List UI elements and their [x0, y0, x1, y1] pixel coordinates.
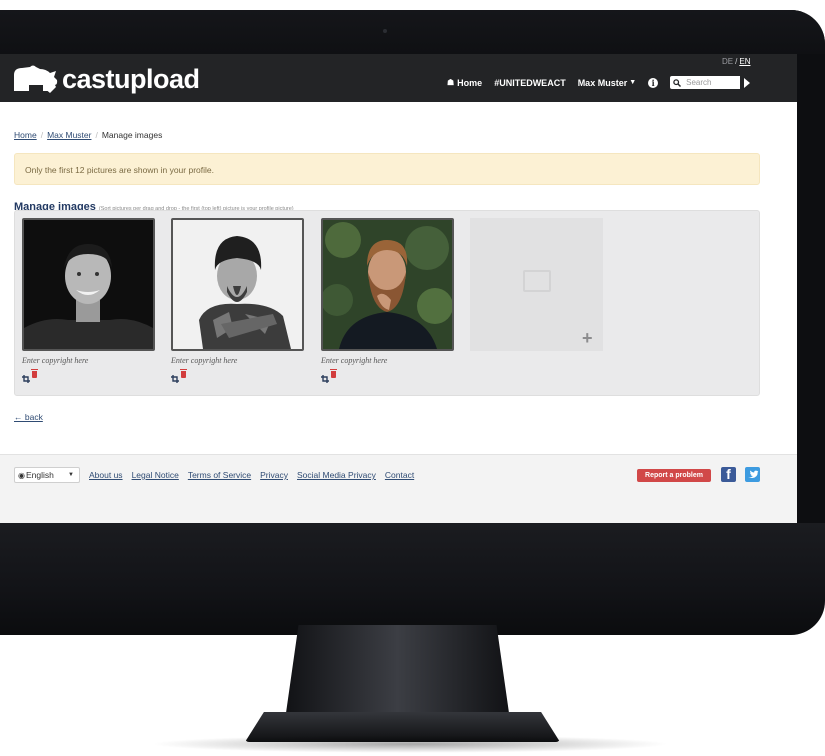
breadcrumb-divider: / [40, 130, 44, 140]
nav-home-label: Home [457, 77, 483, 88]
monitor-bezel: DE / EN castupload ☗ Home #UNITEDWEACT M… [0, 10, 825, 635]
search-box [670, 76, 751, 89]
image-actions [171, 368, 304, 383]
footer-link-contact[interactable]: Contact [385, 470, 414, 480]
monitor-bezel-top [0, 10, 825, 54]
footer-link-social-privacy[interactable]: Social Media Privacy [297, 470, 376, 480]
facebook-icon[interactable]: f [721, 467, 736, 482]
image-placeholder-icon [523, 270, 551, 292]
search-input[interactable] [684, 76, 741, 89]
breadcrumb-current: Manage images [101, 130, 163, 140]
profile-photo[interactable] [171, 218, 304, 351]
info-alert: Only the first 12 pictures are shown in … [14, 153, 760, 185]
footer-link-about[interactable]: About us [89, 470, 123, 480]
footer-link-legal[interactable]: Legal Notice [132, 470, 179, 480]
footer-link-terms[interactable]: Terms of Service [188, 470, 251, 480]
report-problem-button[interactable]: Report a problem [637, 469, 711, 482]
search-icon[interactable] [670, 76, 685, 89]
image-actions [22, 368, 155, 383]
webcam [383, 29, 387, 33]
browser-screen: DE / EN castupload ☗ Home #UNITEDWEACT M… [0, 54, 797, 523]
language-switch: DE / EN [722, 57, 750, 66]
breadcrumb-user[interactable]: Max Muster [47, 130, 91, 140]
nav-user-label: Max Muster [577, 77, 628, 88]
image-card[interactable]: Enter copyright here [22, 218, 155, 383]
logo-text: castupload [62, 63, 200, 94]
nav-home[interactable]: ☗ Home [447, 78, 482, 88]
copyright-input[interactable]: Enter copyright here [321, 356, 454, 365]
nav-user-menu[interactable]: Max Muster ▼ [578, 78, 636, 88]
globe-icon: ◉ [18, 470, 25, 480]
profile-photo[interactable] [321, 218, 454, 351]
image-card[interactable]: Enter copyright here [321, 218, 454, 383]
copyright-input[interactable]: Enter copyright here [22, 356, 155, 365]
chevron-down-icon: ▼ [629, 79, 637, 86]
trash-icon[interactable] [330, 368, 337, 378]
monitor-chin [0, 523, 825, 635]
floor-shadow [150, 735, 670, 753]
main-nav: ☗ Home #UNITEDWEACT Max Muster ▼ i [447, 76, 751, 89]
nav-unitedweact[interactable]: #UNITEDWEACT [494, 78, 566, 88]
copyright-input[interactable]: Enter copyright here [171, 356, 304, 365]
lang-en-link[interactable]: EN [739, 57, 750, 66]
language-select[interactable]: ◉ English ▼ [14, 467, 80, 483]
chevron-down-icon: ▼ [68, 472, 74, 478]
plus-icon[interactable]: + [582, 329, 593, 347]
top-navbar: DE / EN castupload ☗ Home #UNITEDWEACT M… [0, 54, 797, 102]
image-gallery: Enter copyright here Enter copyright her… [14, 210, 760, 396]
image-actions [321, 368, 454, 383]
profile-photo[interactable] [22, 218, 155, 351]
caret-right-icon[interactable] [744, 77, 751, 88]
footer-links: About us Legal Notice Terms of Service P… [89, 470, 423, 480]
twitter-icon[interactable] [745, 467, 760, 482]
breadcrumb-divider: / [95, 130, 98, 140]
language-select-value: English [25, 470, 54, 480]
breadcrumb: Home / Max Muster / Manage images [14, 130, 162, 140]
lang-separator: / [735, 57, 738, 66]
home-icon: ☗ [447, 78, 455, 87]
trash-icon[interactable] [180, 368, 187, 378]
crop-icon[interactable] [171, 370, 179, 383]
back-link[interactable]: ← back [14, 412, 43, 422]
site-logo[interactable]: castupload [10, 63, 200, 95]
footer-link-privacy[interactable]: Privacy [260, 470, 288, 480]
image-card[interactable]: Enter copyright here [171, 218, 304, 383]
crop-icon[interactable] [22, 370, 30, 383]
monitor-stand-neck [285, 625, 510, 720]
breadcrumb-home[interactable]: Home [14, 130, 37, 140]
crop-icon[interactable] [321, 370, 329, 383]
trash-icon[interactable] [31, 368, 38, 378]
nav-unitedweact-label: #UNITEDWEACT [494, 77, 566, 88]
add-image-tile[interactable]: + [470, 218, 603, 351]
lang-de-link[interactable]: DE [722, 57, 733, 66]
footer: ◉ English ▼ About us Legal Notice Terms … [0, 454, 797, 523]
info-circle-icon[interactable]: i [648, 77, 659, 88]
rhino-logo-icon [10, 63, 60, 95]
